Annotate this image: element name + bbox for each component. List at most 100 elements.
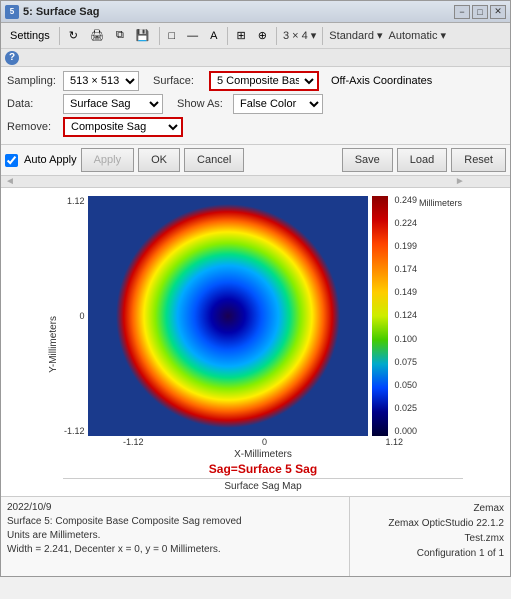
false-color-svg bbox=[88, 196, 368, 436]
map-label: Surface Sag Map bbox=[63, 478, 463, 492]
showas-select[interactable]: False Color bbox=[233, 94, 323, 114]
x-axis-row: -1.12 0 1.12 bbox=[123, 437, 403, 447]
y-tick-max: 1.12 bbox=[67, 196, 85, 206]
reset-button[interactable]: Reset bbox=[451, 148, 506, 172]
chart-inner: 1.12 0 -1.12 bbox=[63, 196, 463, 492]
colorbar-tick: 0.199 bbox=[394, 242, 417, 251]
auto-apply-row: Auto Apply bbox=[5, 154, 77, 167]
surface-label: Surface: bbox=[153, 75, 203, 87]
info-line5: Width = 2.241, Decenter x = 0, y = 0 Mil… bbox=[7, 543, 343, 557]
chart-area: Y-Millimeters 1.12 0 -1.12 bbox=[1, 188, 510, 496]
refresh-button[interactable]: ↻ bbox=[64, 25, 83, 47]
minimize-button[interactable]: − bbox=[454, 5, 470, 19]
chart-container: Y-Millimeters 1.12 0 -1.12 bbox=[48, 196, 463, 492]
close-button[interactable]: ✕ bbox=[490, 5, 506, 19]
colorbar-wrapper: 0.249 0.224 0.199 0.174 0.149 0.124 0.100 0.075… bbox=[372, 196, 462, 436]
title-bar: 5 5: Surface Sag − □ ✕ bbox=[1, 1, 510, 23]
colorbar-tick: 0.124 bbox=[394, 311, 417, 320]
toolbar-sep-4 bbox=[276, 27, 277, 45]
showas-label: Show As: bbox=[177, 98, 227, 110]
y-axis-label: Y-Millimeters bbox=[48, 316, 59, 373]
toolbar-sep-1 bbox=[59, 27, 60, 45]
info-left: 2022/10/9 Surface 5: Composite Base Comp… bbox=[1, 497, 350, 576]
y-tick-mid: 0 bbox=[79, 311, 84, 321]
data-select[interactable]: Surface Sag bbox=[63, 94, 163, 114]
y-tick-min: -1.12 bbox=[64, 426, 85, 436]
surface-select[interactable]: 5 Composite Bas bbox=[209, 71, 319, 91]
info-right: Zemax Zemax OpticStudio 22.1.2 Test.zmx … bbox=[350, 497, 510, 576]
info-right-line2: Zemax OpticStudio 22.1.2 bbox=[356, 516, 504, 531]
info-line3: Units are Millimeters. bbox=[7, 529, 343, 543]
plot-area[interactable] bbox=[88, 196, 368, 436]
colorbar-tick: 0.000 bbox=[394, 427, 417, 436]
colorbar-tick: 0.224 bbox=[394, 219, 417, 228]
line-tool-button[interactable]: — bbox=[182, 25, 203, 47]
maximize-button[interactable]: □ bbox=[472, 5, 488, 19]
help-bar: ? bbox=[1, 49, 510, 67]
remove-label: Remove: bbox=[7, 121, 57, 133]
toolbar-sep-3 bbox=[227, 27, 228, 45]
main-window: 5 5: Surface Sag − □ ✕ Settings ↻ 🖨 ⧉ 💾 … bbox=[0, 0, 511, 577]
grid-overlay-button[interactable]: ⊞ bbox=[232, 25, 251, 47]
colorbar-tick: 0.100 bbox=[394, 335, 417, 344]
auto-apply-checkbox[interactable] bbox=[5, 154, 18, 167]
title-bar-left: 5 5: Surface Sag bbox=[5, 5, 99, 19]
standard-label[interactable]: Standard ▾ bbox=[327, 29, 384, 42]
colorbar-tick: 0.174 bbox=[394, 265, 417, 274]
buttons-row: Auto Apply Apply OK Cancel Save Load Res… bbox=[1, 145, 510, 176]
info-right-line5: Configuration 1 of 1 bbox=[356, 546, 504, 561]
copy-button[interactable]: ⧉ bbox=[111, 25, 129, 47]
info-line2: Surface 5: Composite Base Composite Sag … bbox=[7, 515, 343, 529]
auto-apply-label: Auto Apply bbox=[24, 154, 77, 166]
cancel-button[interactable]: Cancel bbox=[184, 148, 244, 172]
crosshair-button[interactable]: ⊕ bbox=[253, 25, 272, 47]
data-label: Data: bbox=[7, 98, 57, 110]
settings-button[interactable]: Settings bbox=[5, 25, 55, 47]
info-right-line4: Test.zmx bbox=[356, 531, 504, 546]
colorbar-tick: 0.249 bbox=[394, 196, 417, 205]
colorbar-tick: 0.075 bbox=[394, 358, 417, 367]
x-tick-mid: 0 bbox=[262, 437, 267, 447]
sampling-select[interactable]: 513 × 513 bbox=[63, 71, 139, 91]
x-tick-max: 1.12 bbox=[385, 437, 403, 447]
info-line1: 2022/10/9 bbox=[7, 501, 343, 515]
controls-row-2: Data: Surface Sag Show As: False Color bbox=[7, 94, 504, 114]
controls-row-1: Sampling: 513 × 513 Surface: 5 Composite… bbox=[7, 71, 504, 91]
window-title: 5: Surface Sag bbox=[23, 6, 99, 18]
toolbar-sep-5 bbox=[322, 27, 323, 45]
sampling-label: Sampling: bbox=[7, 75, 57, 87]
window-icon-text: 5 bbox=[10, 7, 14, 16]
colorbar-unit: Millimeters bbox=[419, 198, 462, 436]
colorbar-tick: 0.025 bbox=[394, 404, 417, 413]
colorbar-tick: 0.149 bbox=[394, 288, 417, 297]
remove-select[interactable]: Composite Sag bbox=[63, 117, 183, 137]
x-tick-min: -1.12 bbox=[123, 437, 144, 447]
info-area: 2022/10/9 Surface 5: Composite Base Comp… bbox=[1, 496, 510, 576]
grid-label: 3 × 4 ▾ bbox=[281, 29, 318, 42]
info-right-line1: Zemax bbox=[356, 501, 504, 516]
colorbar-tick: 0.050 bbox=[394, 381, 417, 390]
help-button[interactable]: ? bbox=[5, 51, 19, 65]
toolbar: Settings ↻ 🖨 ⧉ 💾 □ — A ⊞ ⊕ 3 × 4 ▾ Stand… bbox=[1, 23, 510, 49]
colorbar bbox=[372, 196, 388, 436]
toolbar-sep-2 bbox=[159, 27, 160, 45]
offaxis-label: Off-Axis Coordinates bbox=[331, 75, 432, 87]
controls-row-3: Remove: Composite Sag bbox=[7, 117, 504, 137]
colorbar-labels: 0.249 0.224 0.199 0.174 0.149 0.124 0.100 0.075… bbox=[390, 196, 417, 436]
automatic-label[interactable]: Automatic ▾ bbox=[387, 29, 449, 42]
print-button[interactable]: 🖨 bbox=[85, 25, 109, 47]
text-tool-button[interactable]: A bbox=[205, 25, 222, 47]
x-axis-label: X-Millimeters bbox=[234, 449, 292, 460]
window-icon: 5 bbox=[5, 5, 19, 19]
save-image-button[interactable]: 💾 bbox=[131, 25, 155, 47]
rect-tool-button[interactable]: □ bbox=[164, 25, 181, 47]
scroll-bar[interactable]: ◄ ► bbox=[1, 176, 510, 188]
save-button[interactable]: Save bbox=[342, 148, 393, 172]
controls-area: Sampling: 513 × 513 Surface: 5 Composite… bbox=[1, 67, 510, 145]
chart-with-colorbar: 0.249 0.224 0.199 0.174 0.149 0.124 0.100 0.075… bbox=[88, 196, 462, 436]
load-button[interactable]: Load bbox=[397, 148, 447, 172]
title-bar-controls: − □ ✕ bbox=[454, 5, 506, 19]
ok-button[interactable]: OK bbox=[138, 148, 180, 172]
chart-title: Sag=Surface 5 Sag bbox=[209, 462, 317, 476]
apply-button[interactable]: Apply bbox=[81, 148, 135, 172]
